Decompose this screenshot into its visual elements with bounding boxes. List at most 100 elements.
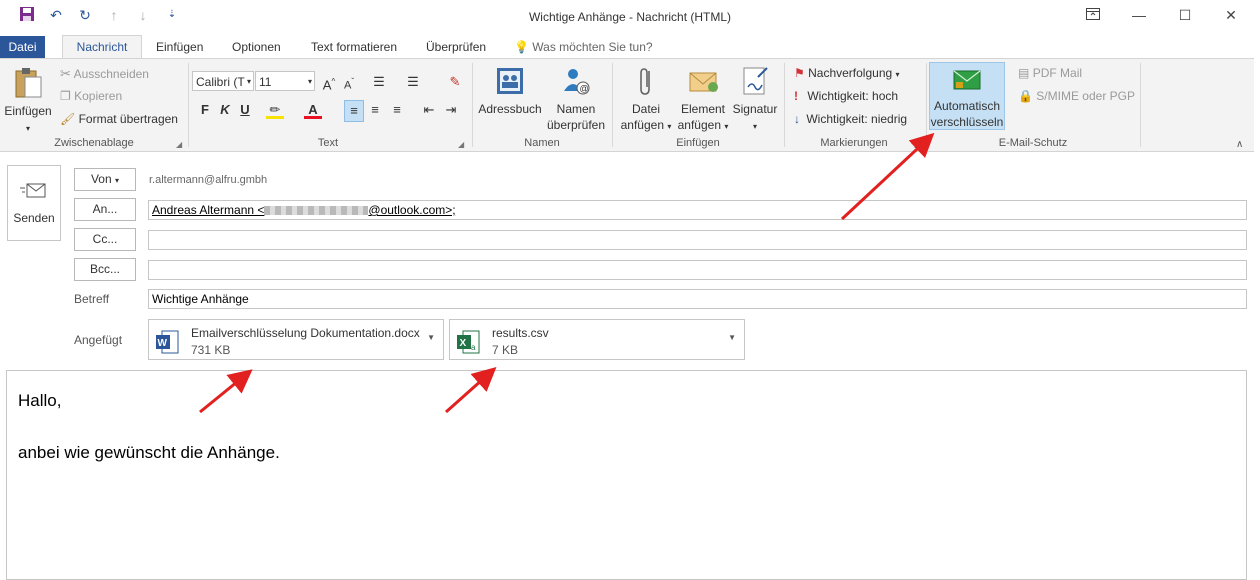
pdf-mail-button[interactable]: ▤ PDF Mail <box>1018 66 1082 80</box>
tab-ueberpruefen[interactable]: Überprüfen <box>426 36 486 58</box>
attachment-name: results.csv <box>492 326 549 340</box>
tell-me-placeholder: Was möchten Sie tun? <box>532 40 653 54</box>
from-value: r.altermann@alfru.gmbh <box>149 174 268 186</box>
grow-font-icon[interactable]: A^ <box>320 72 338 92</box>
text-launcher-icon[interactable]: ◢ <box>458 140 464 149</box>
signature-button[interactable]: Signatur ▾ <box>730 65 780 135</box>
collapse-ribbon-icon[interactable]: ∧ <box>1236 139 1243 150</box>
group-label-email-protection: E-Mail-Schutz <box>998 137 1068 149</box>
to-button[interactable]: An... <box>74 198 136 221</box>
align-center-icon[interactable]: ≡ <box>366 100 384 120</box>
high-importance-label: Wichtigkeit: hoch <box>807 89 899 103</box>
bold-icon[interactable]: F <box>196 100 214 120</box>
lightbulb-icon: 💡 <box>514 40 529 54</box>
attach-item-button[interactable]: Element anfügen ▾ <box>676 65 730 135</box>
tell-me-box[interactable]: 💡 Was möchten Sie tun? <box>514 36 653 58</box>
recipient-domain: @outlook.com>; <box>368 203 456 217</box>
chevron-down-icon[interactable]: ▼ <box>728 333 736 342</box>
scissors-icon: ✂ <box>60 66 71 81</box>
flag-icon: ⚑ <box>794 66 805 80</box>
shrink-font-icon[interactable]: Aˇ <box>340 72 358 92</box>
chevron-down-icon[interactable]: ▼ <box>427 333 435 342</box>
from-button[interactable]: Von ▾ <box>74 168 136 191</box>
paste-button[interactable]: Einfügen ▾ <box>4 65 52 137</box>
numbering-icon[interactable]: ☰ <box>404 72 422 92</box>
chevron-down-icon: ▾ <box>115 176 120 185</box>
maximize-icon[interactable]: ☐ <box>1170 4 1200 26</box>
ribbon-display-options-icon[interactable] <box>1078 4 1108 26</box>
tab-einfuegen[interactable]: Einfügen <box>156 36 203 58</box>
copy-label: Kopieren <box>74 89 123 103</box>
attachment-size: 7 KB <box>492 343 519 357</box>
chevron-down-icon: ▾ <box>752 122 757 131</box>
minimize-icon[interactable]: — <box>1124 4 1154 26</box>
tab-optionen[interactable]: Optionen <box>232 36 281 58</box>
attachment-csv[interactable]: Xa results.csv 7 KB ▼ <box>449 319 745 360</box>
attachment-name: Emailverschlüsselung Dokumentation.docx <box>191 326 420 340</box>
tab-nachricht[interactable]: Nachricht <box>62 35 142 60</box>
clipboard-launcher-icon[interactable]: ◢ <box>176 140 182 149</box>
tab-text-formatieren[interactable]: Text formatieren <box>311 36 397 58</box>
chevron-down-icon: ▾ <box>895 70 900 79</box>
align-left-icon[interactable]: ≡ <box>344 100 364 122</box>
bcc-field[interactable] <box>148 260 1247 280</box>
check-names-button[interactable]: @ Namen überprüfen <box>545 65 607 133</box>
bullets-icon[interactable]: ☰ <box>370 72 388 92</box>
cc-button[interactable]: Cc... <box>74 228 136 251</box>
group-label-tags: Markierungen <box>820 137 888 149</box>
signature-icon <box>743 67 768 95</box>
font-color-icon[interactable]: A <box>304 100 322 119</box>
subject-field[interactable]: Wichtige Anhänge <box>148 289 1247 309</box>
attach-file-label-2: anfügen <box>620 118 665 132</box>
redacted-email <box>264 206 369 216</box>
recipient-chip[interactable]: Andreas Altermann < @outlook.com>; <box>152 203 456 217</box>
chevron-down-icon: ▾ <box>724 122 729 131</box>
format-painter-button[interactable]: 🖌 Format übertragen <box>60 112 178 126</box>
group-label-names: Namen <box>524 137 560 149</box>
chevron-down-icon: ▾ <box>25 124 30 133</box>
high-importance-button[interactable]: ! Wichtigkeit: hoch <box>794 89 898 103</box>
svg-text:W: W <box>158 338 168 349</box>
body-greeting: Hallo, <box>18 391 62 410</box>
highlight-icon[interactable]: ✏ <box>266 100 284 119</box>
tags-launcher-icon[interactable]: ◢ <box>914 140 920 149</box>
font-name-combo[interactable]: Calibri (T ▾ <box>192 71 254 91</box>
bcc-button[interactable]: Bcc... <box>74 258 136 281</box>
low-importance-button[interactable]: ↓ Wichtigkeit: niedrig <box>794 112 907 126</box>
svg-text:@: @ <box>580 84 589 94</box>
signature-label: Signatur <box>732 102 778 116</box>
smime-button[interactable]: 🔒 S/MIME oder PGP <box>1018 89 1135 103</box>
svg-text:X: X <box>460 338 467 349</box>
check-names-label-1: Namen <box>556 102 596 116</box>
address-book-button[interactable]: Adressbuch <box>476 65 544 117</box>
auto-encrypt-label-1: Automatisch <box>933 99 1001 113</box>
attach-item-label-2: anfügen <box>677 118 722 132</box>
to-field[interactable]: Andreas Altermann < @outlook.com>; <box>148 200 1247 220</box>
address-book-icon <box>497 68 523 94</box>
font-size-value: 11 <box>259 75 272 89</box>
copy-button[interactable]: ❐ Kopieren <box>60 89 122 103</box>
clear-formatting-icon[interactable]: ✎ <box>446 72 464 92</box>
italic-icon[interactable]: K <box>216 100 234 120</box>
auto-encrypt-button[interactable]: Automatisch verschlüsseln <box>929 62 1005 130</box>
attachment-size: 731 KB <box>191 343 231 357</box>
paste-label: Einfügen <box>4 104 52 118</box>
decrease-indent-icon[interactable]: ⇤ <box>420 100 438 120</box>
attach-file-button[interactable]: Datei anfügen ▾ <box>616 65 676 135</box>
cc-field[interactable] <box>148 230 1247 250</box>
underline-icon[interactable]: U <box>236 100 254 120</box>
increase-indent-icon[interactable]: ⇥ <box>442 100 460 120</box>
cut-button[interactable]: ✂ Ausschneiden <box>60 66 149 82</box>
follow-up-button[interactable]: ⚑ Nachverfolgung ▾ <box>794 66 900 80</box>
attachment-docx[interactable]: W Emailverschlüsselung Dokumentation.doc… <box>148 319 444 360</box>
close-icon[interactable]: ✕ <box>1216 4 1246 26</box>
font-size-combo[interactable]: 11 ▾ <box>255 71 315 91</box>
send-button[interactable]: Senden <box>7 165 61 241</box>
pdf-icon: ▤ <box>1018 66 1030 80</box>
align-right-icon[interactable]: ≡ <box>388 100 406 120</box>
message-body-editor[interactable]: Hallo, anbei wie gewünscht die Anhänge. <box>6 370 1247 580</box>
attach-item-label-1: Element <box>680 102 726 116</box>
chevron-down-icon: ▾ <box>307 77 312 86</box>
tab-datei[interactable]: Datei <box>0 36 45 58</box>
smime-label: S/MIME oder PGP <box>1036 89 1135 103</box>
